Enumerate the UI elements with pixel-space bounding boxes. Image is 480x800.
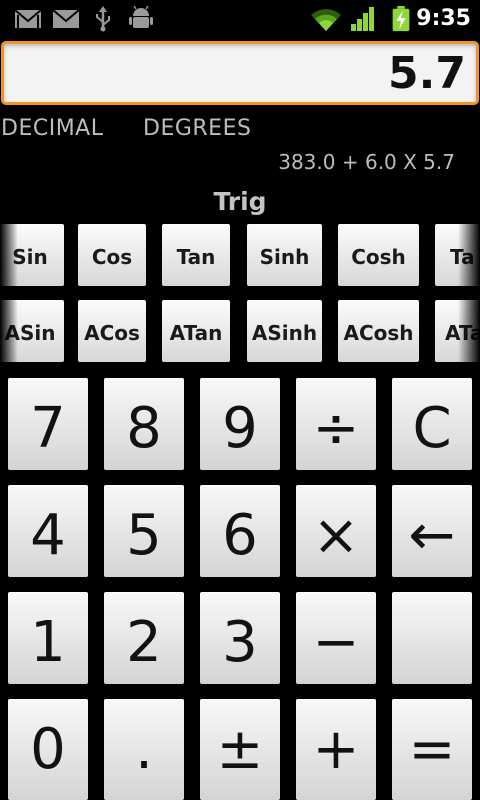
sinh-button[interactable]: Sinh [247, 224, 322, 286]
digit-4-button[interactable]: 4 [8, 485, 88, 577]
plus-button[interactable]: + [296, 699, 376, 800]
base-mode-label[interactable]: DECIMAL [1, 115, 103, 143]
status-clock: 9:35 [416, 6, 471, 31]
divide-button[interactable]: ÷ [296, 378, 376, 470]
scroll-fade-right [458, 222, 480, 364]
acosh-button[interactable]: ACosh [338, 300, 419, 362]
digit-8-button[interactable]: 8 [104, 378, 184, 470]
mail-icon [52, 9, 80, 28]
cosh-button[interactable]: Cosh [338, 224, 419, 286]
cos-button[interactable]: Cos [78, 224, 146, 286]
usb-icon [96, 6, 110, 32]
asinh-button[interactable]: ASinh [247, 300, 322, 362]
gmail-icon [14, 9, 42, 28]
minus-button[interactable]: − [296, 592, 376, 684]
result-display[interactable]: 5.7 [1, 41, 479, 105]
digit-0-button[interactable]: 0 [8, 699, 88, 800]
android-debug-icon [129, 6, 153, 28]
digit-1-button[interactable]: 1 [8, 592, 88, 684]
wifi-icon [311, 9, 341, 31]
backspace-button[interactable]: ← [392, 485, 472, 577]
digit-3-button[interactable]: 3 [200, 592, 280, 684]
scroll-fade-left [0, 222, 18, 364]
blank-button[interactable] [392, 592, 472, 684]
status-bar: 9:35 [0, 0, 480, 38]
panel-title: Trig [213, 187, 267, 216]
decimal-point-button[interactable]: . [104, 699, 184, 800]
atan-button[interactable]: ATan [162, 300, 230, 362]
signal-icon [351, 7, 374, 31]
clear-button[interactable]: C [392, 378, 472, 470]
acos-button[interactable]: ACos [78, 300, 146, 362]
digit-2-button[interactable]: 2 [104, 592, 184, 684]
expression-history: 383.0 + 6.0 X 5.7 [278, 150, 455, 174]
battery-charging-icon [392, 6, 410, 32]
equals-button[interactable]: = [392, 699, 472, 800]
digit-7-button[interactable]: 7 [8, 378, 88, 470]
digit-6-button[interactable]: 6 [200, 485, 280, 577]
multiply-button[interactable]: × [296, 485, 376, 577]
digit-9-button[interactable]: 9 [200, 378, 280, 470]
tan-button[interactable]: Tan [162, 224, 230, 286]
digit-5-button[interactable]: 5 [104, 485, 184, 577]
display-value: 5.7 [388, 48, 466, 99]
plus-minus-button[interactable]: ± [200, 699, 280, 800]
angle-mode-label[interactable]: DEGREES [143, 115, 251, 143]
